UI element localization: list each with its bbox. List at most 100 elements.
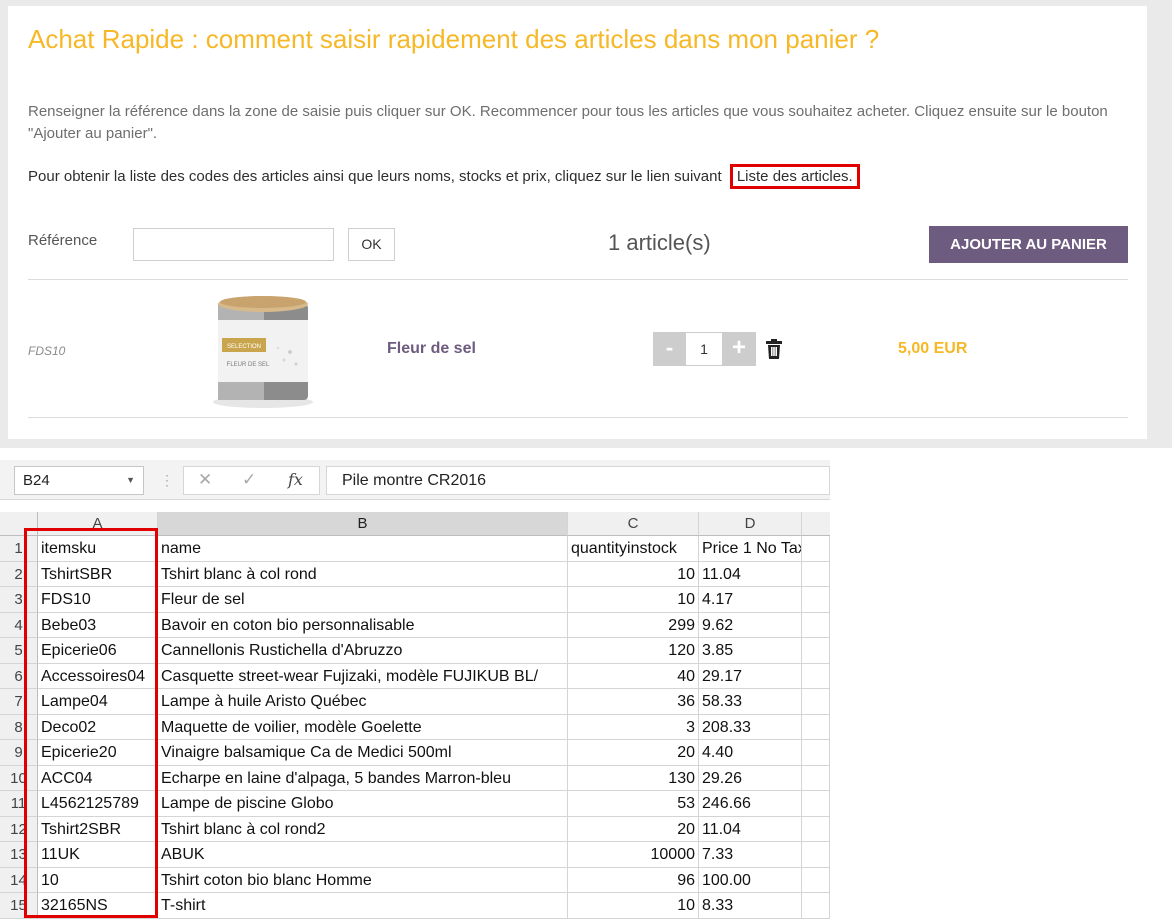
cell-c[interactable]: 20 bbox=[568, 740, 699, 766]
cell-c[interactable]: 130 bbox=[568, 765, 699, 791]
cell-d[interactable]: 246.66 bbox=[699, 791, 802, 817]
cell-a[interactable]: itemsku bbox=[38, 536, 158, 562]
formula-input[interactable]: Pile montre CR2016 bbox=[326, 466, 830, 495]
reference-input[interactable] bbox=[133, 228, 334, 261]
cell-b[interactable]: Vinaigre balsamique Ca de Medici 500ml bbox=[158, 740, 568, 766]
cell-e[interactable] bbox=[802, 740, 830, 766]
cell-e[interactable] bbox=[802, 689, 830, 715]
cell-d[interactable]: 11.04 bbox=[699, 561, 802, 587]
column-header-a[interactable]: A bbox=[38, 512, 158, 536]
cell-d[interactable]: 9.62 bbox=[699, 612, 802, 638]
row-header[interactable]: 1 bbox=[0, 536, 38, 562]
cell-c[interactable]: 36 bbox=[568, 689, 699, 715]
row-header[interactable]: 12 bbox=[0, 816, 38, 842]
cell-b[interactable]: Bavoir en coton bio personnalisable bbox=[158, 612, 568, 638]
row-header[interactable]: 14 bbox=[0, 867, 38, 893]
cell-d[interactable]: 3.85 bbox=[699, 638, 802, 664]
select-all-corner[interactable] bbox=[0, 512, 38, 536]
row-header[interactable]: 4 bbox=[0, 612, 38, 638]
cell-e[interactable] bbox=[802, 842, 830, 868]
cell-c[interactable]: 10 bbox=[568, 893, 699, 919]
cell-d[interactable]: 100.00 bbox=[699, 867, 802, 893]
insert-function-icon[interactable]: fx bbox=[288, 470, 303, 489]
cell-c[interactable]: 53 bbox=[568, 791, 699, 817]
row-header[interactable]: 15 bbox=[0, 893, 38, 919]
enter-icon[interactable]: ✓ bbox=[242, 470, 256, 490]
cell-c[interactable]: 40 bbox=[568, 663, 699, 689]
cell-a[interactable]: L4562125789 bbox=[38, 791, 158, 817]
cell-b[interactable]: Tshirt blanc à col rond2 bbox=[158, 816, 568, 842]
cell-a[interactable]: Epicerie06 bbox=[38, 638, 158, 664]
row-header[interactable]: 9 bbox=[0, 740, 38, 766]
row-header[interactable]: 5 bbox=[0, 638, 38, 664]
row-header[interactable]: 13 bbox=[0, 842, 38, 868]
cell-a[interactable]: Epicerie20 bbox=[38, 740, 158, 766]
cell-c[interactable]: 10 bbox=[568, 587, 699, 613]
cell-d[interactable]: 4.17 bbox=[699, 587, 802, 613]
cell-e[interactable] bbox=[802, 867, 830, 893]
article-list-link[interactable]: Liste des articles. bbox=[729, 164, 860, 189]
cell-d[interactable]: 8.33 bbox=[699, 893, 802, 919]
row-header[interactable]: 11 bbox=[0, 791, 38, 817]
cell-e[interactable] bbox=[802, 561, 830, 587]
cell-c[interactable]: 96 bbox=[568, 867, 699, 893]
row-header[interactable]: 7 bbox=[0, 689, 38, 715]
cell-a[interactable]: 32165NS bbox=[38, 893, 158, 919]
cell-b[interactable]: T-shirt bbox=[158, 893, 568, 919]
cancel-icon[interactable]: ✕ bbox=[198, 470, 212, 490]
cell-a[interactable]: TshirtSBR bbox=[38, 561, 158, 587]
cell-b[interactable]: Fleur de sel bbox=[158, 587, 568, 613]
cell-c[interactable]: 120 bbox=[568, 638, 699, 664]
row-header[interactable]: 6 bbox=[0, 663, 38, 689]
row-header[interactable]: 10 bbox=[0, 765, 38, 791]
cell-a[interactable]: Lampe04 bbox=[38, 689, 158, 715]
cell-a[interactable]: FDS10 bbox=[38, 587, 158, 613]
cell-e[interactable] bbox=[802, 816, 830, 842]
cell-b[interactable]: name bbox=[158, 536, 568, 562]
quantity-field[interactable]: 1 bbox=[686, 332, 722, 366]
cell-d[interactable]: 208.33 bbox=[699, 714, 802, 740]
add-to-cart-button[interactable]: AJOUTER AU PANIER bbox=[929, 226, 1128, 263]
cell-e[interactable] bbox=[802, 612, 830, 638]
column-header-b[interactable]: B bbox=[158, 512, 568, 536]
cell-a[interactable]: 10 bbox=[38, 867, 158, 893]
cell-e[interactable] bbox=[802, 663, 830, 689]
cell-a[interactable]: Bebe03 bbox=[38, 612, 158, 638]
cell-b[interactable]: Tshirt coton bio blanc Homme bbox=[158, 867, 568, 893]
chevron-down-icon[interactable]: ▼ bbox=[126, 467, 135, 494]
cell-a[interactable]: Accessoires04 bbox=[38, 663, 158, 689]
cell-d[interactable]: 29.26 bbox=[699, 765, 802, 791]
quantity-decrease-button[interactable]: - bbox=[653, 332, 686, 366]
cell-d[interactable]: 11.04 bbox=[699, 816, 802, 842]
column-header-e[interactable] bbox=[802, 512, 830, 536]
cell-c[interactable]: 10 bbox=[568, 561, 699, 587]
cell-e[interactable] bbox=[802, 893, 830, 919]
cell-e[interactable] bbox=[802, 714, 830, 740]
cell-a[interactable]: ACC04 bbox=[38, 765, 158, 791]
cell-a[interactable]: 11UK bbox=[38, 842, 158, 868]
cell-b[interactable]: Maquette de voilier, modèle Goelette bbox=[158, 714, 568, 740]
cell-b[interactable]: Lampe de piscine Globo bbox=[158, 791, 568, 817]
cell-b[interactable]: Echarpe en laine d'alpaga, 5 bandes Marr… bbox=[158, 765, 568, 791]
row-header[interactable]: 2 bbox=[0, 561, 38, 587]
cell-c[interactable]: 20 bbox=[568, 816, 699, 842]
cell-d[interactable]: 4.40 bbox=[699, 740, 802, 766]
cell-e[interactable] bbox=[802, 587, 830, 613]
cell-d[interactable]: Price 1 No Tax bbox=[699, 536, 802, 562]
cell-e[interactable] bbox=[802, 791, 830, 817]
drag-handle-icon[interactable]: ⋮ bbox=[160, 472, 174, 489]
column-header-d[interactable]: D bbox=[699, 512, 802, 536]
cell-d[interactable]: 58.33 bbox=[699, 689, 802, 715]
cell-b[interactable]: Tshirt blanc à col rond bbox=[158, 561, 568, 587]
cell-c[interactable]: quantityinstock bbox=[568, 536, 699, 562]
cell-c[interactable]: 299 bbox=[568, 612, 699, 638]
column-header-c[interactable]: C bbox=[568, 512, 699, 536]
cell-e[interactable] bbox=[802, 536, 830, 562]
cell-b[interactable]: ABUK bbox=[158, 842, 568, 868]
cell-d[interactable]: 7.33 bbox=[699, 842, 802, 868]
cart-item-name[interactable]: Fleur de sel bbox=[387, 340, 476, 358]
cell-a[interactable]: Deco02 bbox=[38, 714, 158, 740]
cell-b[interactable]: Lampe à huile Aristo Québec bbox=[158, 689, 568, 715]
ok-button[interactable]: OK bbox=[348, 228, 395, 261]
cell-e[interactable] bbox=[802, 638, 830, 664]
